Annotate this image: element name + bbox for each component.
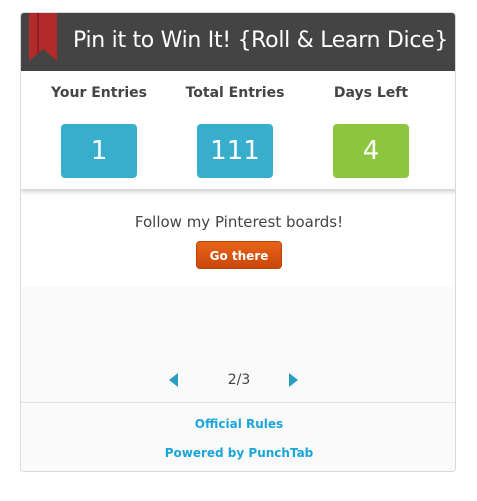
official-rules-link[interactable]: Official Rules: [21, 417, 455, 431]
go-there-button[interactable]: Go there: [196, 241, 282, 269]
promo-panel: Follow my Pinterest boards! Go there: [21, 189, 455, 287]
stat-days-left: Days Left 4: [301, 71, 441, 189]
page-indicator: 2/3: [227, 372, 251, 388]
stat-label: Your Entries: [51, 85, 147, 101]
stat-total-entries: Total Entries 111: [165, 71, 305, 189]
chevron-right-icon[interactable]: [289, 373, 298, 387]
widget-header: Pin it to Win It! {Roll & Learn Dice}: [21, 13, 455, 71]
widget-title: Pin it to Win It! {Roll & Learn Dice}: [73, 28, 449, 53]
stat-your-entries: Your Entries 1: [29, 71, 169, 189]
promo-text: Follow my Pinterest boards!: [134, 213, 344, 231]
stat-label: Days Left: [333, 85, 409, 101]
powered-by-link[interactable]: Powered by PunchTab: [21, 446, 455, 460]
stat-value-box: 111: [197, 124, 273, 178]
stat-label: Total Entries: [185, 85, 285, 101]
widget-footer: Official Rules Powered by PunchTab: [21, 402, 455, 471]
bookmark-ribbon-icon: [29, 13, 57, 61]
stats-panel: Your Entries 1 Total Entries 111 Days Le…: [21, 71, 455, 189]
stat-value-box: 1: [61, 124, 137, 178]
pager: 2/3: [21, 369, 455, 393]
chevron-left-icon[interactable]: [169, 373, 178, 387]
contest-widget: Pin it to Win It! {Roll & Learn Dice} Yo…: [20, 12, 456, 472]
stat-value-box: 4: [333, 124, 409, 178]
